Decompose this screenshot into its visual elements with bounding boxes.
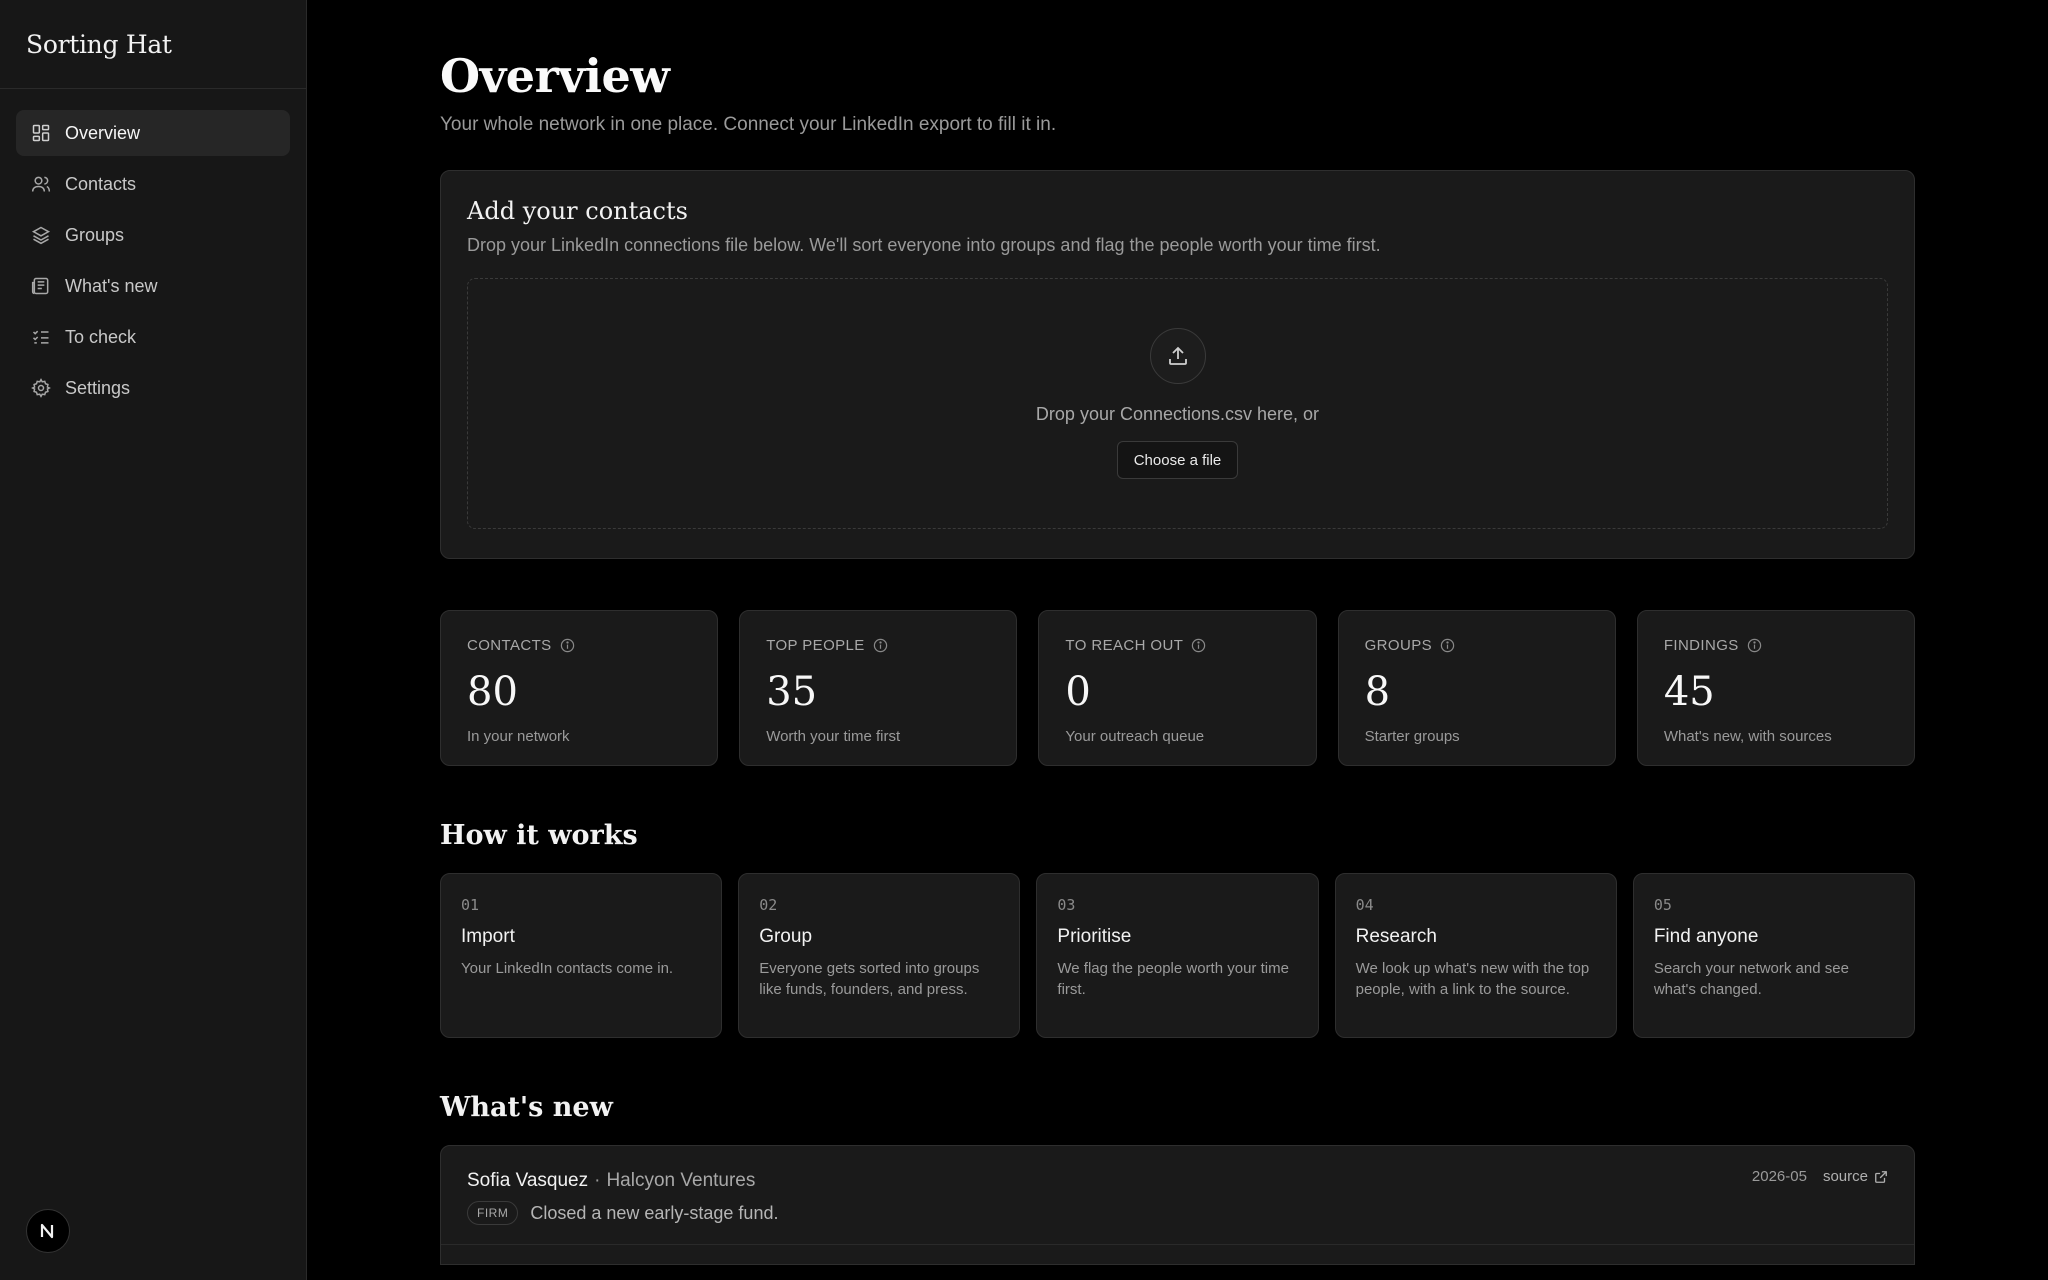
stat-value: 35 xyxy=(766,669,818,715)
app-title: Sorting Hat xyxy=(0,0,306,89)
step-name: Prioritise xyxy=(1057,926,1132,947)
steps-row: 01 Import Your LinkedIn contacts come in… xyxy=(440,873,1916,1038)
whats-new-title: What's new xyxy=(440,1092,613,1123)
choose-file-button[interactable]: Choose a file xyxy=(1116,441,1239,479)
stat-label: TO REACH OUT xyxy=(1065,637,1184,654)
sidebar-item-label: Overview xyxy=(65,122,141,143)
n-logo-icon xyxy=(40,1223,54,1239)
stat-sub: What's new, with sources xyxy=(1663,728,1832,745)
sidebar-nav: Overview Contacts Groups What's new To c… xyxy=(0,89,306,437)
sidebar-item-groups[interactable]: Groups xyxy=(16,212,290,258)
step-description: We flag the people worth your time first… xyxy=(1057,960,1289,998)
import-card: Add your contacts Drop your LinkedIn con… xyxy=(440,170,1915,559)
stat-label: GROUPS xyxy=(1364,637,1433,654)
stat-value: 80 xyxy=(467,669,518,715)
step-name: Find anyone xyxy=(1653,926,1759,947)
avatar[interactable] xyxy=(26,1209,70,1253)
main-content: Overview Your whole network in one place… xyxy=(440,0,1916,1265)
source-label: source xyxy=(1822,1168,1868,1185)
step-number: 01 xyxy=(461,896,480,914)
info-icon[interactable] xyxy=(1191,638,1206,653)
step-number: 03 xyxy=(1057,896,1076,914)
stat-label: TOP PEOPLE xyxy=(766,637,865,654)
step-card-find-anyone: 05 Find anyone Search your network and s… xyxy=(1632,873,1916,1038)
news-organization: Halcyon Ventures xyxy=(606,1170,756,1191)
import-subtitle: Drop your LinkedIn connections file belo… xyxy=(467,235,1381,255)
stat-sub: Worth your time first xyxy=(766,728,901,745)
news-divider xyxy=(441,1244,1914,1245)
news-date: 2026-05 xyxy=(1751,1168,1807,1185)
sidebar-item-label: What's new xyxy=(65,275,158,296)
step-card-prioritise: 03 Prioritise We flag the people worth y… xyxy=(1036,873,1319,1038)
sidebar-item-settings[interactable]: Settings xyxy=(16,365,290,411)
file-dropzone[interactable]: Drop your Connections.csv here, or Choos… xyxy=(467,278,1888,529)
category-badge: FIRM xyxy=(467,1201,519,1225)
step-description: Your LinkedIn contacts come in. xyxy=(461,960,674,977)
page-title: Overview xyxy=(440,49,670,103)
step-card-research: 04 Research We look up what's new with t… xyxy=(1334,873,1617,1038)
step-name: Import xyxy=(461,926,515,947)
step-name: Research xyxy=(1355,926,1437,947)
stat-value: 0 xyxy=(1065,669,1091,715)
sidebar-item-overview[interactable]: Overview xyxy=(16,110,290,156)
stats-row: CONTACTS 80 In your network TOP PEOPLE 3… xyxy=(440,610,1916,766)
upload-icon xyxy=(1149,328,1206,384)
sidebar-item-to-check[interactable]: To check xyxy=(16,314,290,360)
import-title: Add your contacts xyxy=(467,197,688,225)
newspaper-icon xyxy=(31,277,49,295)
how-it-works-title: How it works xyxy=(440,820,638,851)
sidebar-item-contacts[interactable]: Contacts xyxy=(16,161,290,207)
step-description: We look up what's new with the top peopl… xyxy=(1355,960,1590,998)
step-description: Everyone gets sorted into groups like fu… xyxy=(759,960,980,998)
stat-value: 8 xyxy=(1364,669,1391,715)
step-name: Group xyxy=(759,926,813,947)
sidebar-item-whats-new[interactable]: What's new xyxy=(16,263,290,309)
sidebar: Sorting Hat Overview Contacts Groups Wha… xyxy=(0,0,307,1280)
gear-icon xyxy=(31,378,51,398)
stat-label: FINDINGS xyxy=(1663,637,1739,654)
news-separator: · xyxy=(594,1170,601,1191)
news-person-name: Sofia Vasquez xyxy=(467,1170,589,1191)
stat-card-findings: FINDINGS 45 What's new, with sources xyxy=(1636,610,1916,766)
info-icon[interactable] xyxy=(1747,638,1762,653)
step-number: 04 xyxy=(1355,896,1374,914)
step-card-group: 02 Group Everyone gets sorted into group… xyxy=(738,873,1021,1038)
news-text: Closed a new early-stage fund. xyxy=(530,1202,779,1223)
news-item[interactable]: Sofia Vasquez · Halcyon Ventures FIRM Cl… xyxy=(440,1145,1915,1265)
stat-sub: Starter groups xyxy=(1364,728,1460,745)
info-icon[interactable] xyxy=(560,638,575,653)
stat-card-contacts: CONTACTS 80 In your network xyxy=(440,610,719,766)
users-icon xyxy=(31,176,51,192)
step-description: Search your network and see what's chang… xyxy=(1653,960,1849,998)
stat-value: 45 xyxy=(1663,669,1715,715)
sidebar-item-label: To check xyxy=(65,326,137,347)
checklist-icon xyxy=(32,330,49,344)
layers-icon xyxy=(31,226,51,245)
stat-label: CONTACTS xyxy=(467,637,552,654)
step-card-import: 01 Import Your LinkedIn contacts come in… xyxy=(440,873,723,1038)
external-link-icon xyxy=(1875,1170,1887,1183)
stat-card-top-people: TOP PEOPLE 35 Worth your time first xyxy=(739,610,1018,766)
dropzone-text: Drop your Connections.csv here, or xyxy=(1035,404,1320,424)
sidebar-item-label: Contacts xyxy=(65,173,137,194)
step-number: 02 xyxy=(759,896,778,914)
page-subtitle: Your whole network in one place. Connect… xyxy=(440,114,1057,135)
stat-sub: Your outreach queue xyxy=(1065,728,1205,745)
source-link[interactable]: source xyxy=(1823,1168,1888,1185)
stat-sub: In your network xyxy=(467,728,570,745)
stat-card-to-reach-out: TO REACH OUT 0 Your outreach queue xyxy=(1038,610,1317,766)
grid-icon xyxy=(32,124,50,142)
stat-card-groups: GROUPS 8 Starter groups xyxy=(1337,610,1616,766)
info-icon[interactable] xyxy=(1440,638,1455,653)
info-icon[interactable] xyxy=(873,638,888,653)
step-number: 05 xyxy=(1653,896,1672,914)
sidebar-item-label: Groups xyxy=(65,224,125,245)
sidebar-item-label: Settings xyxy=(65,377,131,398)
